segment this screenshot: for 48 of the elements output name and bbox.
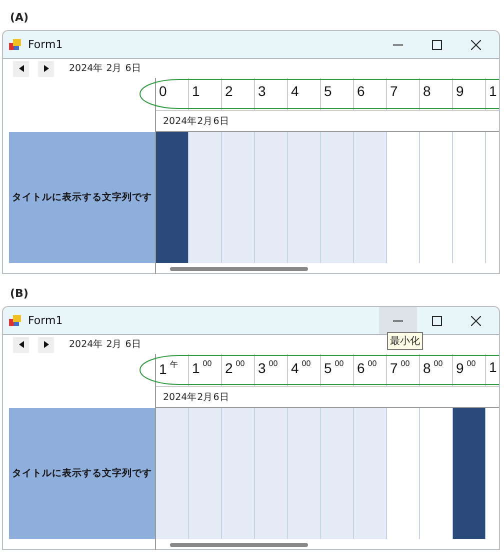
- panel-label: (B): [10, 286, 28, 300]
- app-icon: [9, 38, 21, 50]
- next-button[interactable]: [38, 60, 54, 76]
- hour-label: 6: [356, 82, 365, 99]
- left-triangle-icon: [18, 341, 24, 348]
- row-title: タイトルに表示する文字列です: [9, 408, 156, 539]
- hour-label: 5: [323, 82, 332, 99]
- scrollbar-thumb[interactable]: [170, 543, 308, 547]
- panel-label: (A): [10, 10, 29, 24]
- tooltip: 最小化: [387, 332, 423, 350]
- window-title: Form1: [28, 38, 64, 51]
- hour-label: 3 $^{00}$: [257, 358, 278, 376]
- previous-button[interactable]: [13, 336, 29, 352]
- hour-label: 9 $^{00}$: [455, 358, 476, 376]
- next-button[interactable]: [38, 336, 54, 352]
- hour-label: 2 $^{00}$: [224, 358, 245, 376]
- hour-label: 5 $^{00}$: [323, 358, 344, 376]
- hour-label: 4 $^{00}$: [290, 358, 311, 376]
- close-icon: [471, 40, 481, 50]
- hour-label: 0: [158, 82, 167, 99]
- maximize-icon: [432, 316, 442, 326]
- app-icon: [9, 314, 21, 326]
- window-title: Form1: [28, 314, 64, 327]
- hour-label: 1: [488, 358, 497, 375]
- date-label: 2024年 2月 6日: [69, 338, 142, 351]
- right-triangle-icon: [44, 65, 48, 72]
- hour-label: 8: [422, 82, 431, 99]
- hour-label: 1 $^{00}$: [191, 358, 212, 376]
- maximize-icon: [432, 40, 442, 50]
- hour-label: 1: [191, 82, 200, 99]
- hour-label: 6 $^{00}$: [356, 358, 377, 376]
- row-title: タイトルに表示する文字列です: [9, 132, 156, 263]
- hour-label: 4: [290, 82, 299, 99]
- left-triangle-icon: [18, 65, 24, 72]
- hour-label: 1 $^{午}$: [158, 359, 178, 377]
- right-triangle-icon: [44, 341, 48, 348]
- hour-label: 9: [455, 82, 464, 99]
- close-icon: [471, 316, 481, 326]
- date-label: 2024年 2月 6日: [69, 62, 142, 75]
- previous-button[interactable]: [13, 60, 29, 76]
- hour-label: 7: [389, 82, 398, 99]
- hour-label: 1: [488, 82, 497, 99]
- hour-label: 3: [257, 82, 266, 99]
- scrollbar-thumb[interactable]: [170, 267, 308, 271]
- hour-label: 2: [224, 82, 233, 99]
- hour-label: 7 $^{00}$: [389, 358, 410, 376]
- minimize-button[interactable]: [379, 307, 417, 334]
- hour-label: 8 $^{00}$: [422, 358, 443, 376]
